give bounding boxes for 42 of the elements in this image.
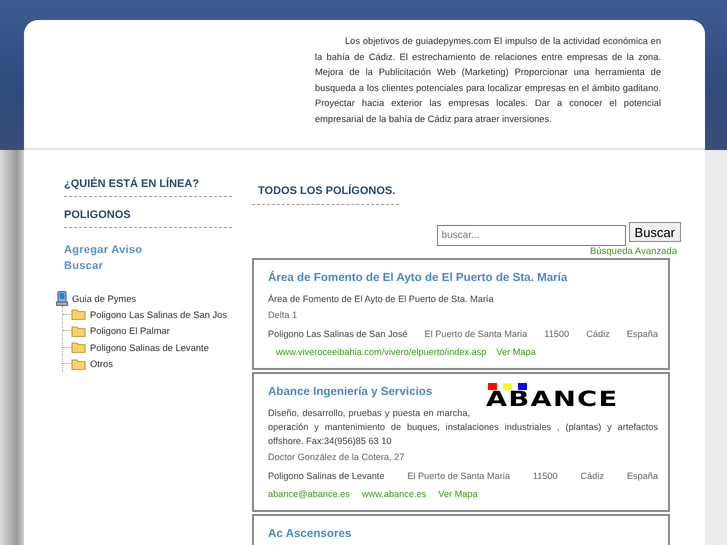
location-text: Poligono Las Salinas de San José xyxy=(268,328,408,341)
location-text: España xyxy=(626,470,658,483)
listing-link[interactable]: Ver Mapa xyxy=(438,486,478,502)
listing-title-link[interactable]: Abance Ingeniería y Servicios xyxy=(268,384,432,400)
listing-link[interactable]: www.viveroceeibahia.com/vivero/elpuerto/index.asp xyxy=(276,344,486,360)
folder-icon xyxy=(71,324,86,337)
listing-title-link[interactable]: Área de Fomento de El Ayto de El Puerto de Sta. María xyxy=(268,270,568,286)
location-text: El Puerto de Santa Maria xyxy=(407,470,510,483)
sidebar-link[interactable]: Agregar Aviso xyxy=(64,242,142,258)
section-heading: TODOS LOS POLÍGONOS. xyxy=(252,178,400,205)
location-text: 11500 xyxy=(532,470,558,483)
tree-item[interactable]: Otros xyxy=(90,358,113,370)
listing-link[interactable]: www.abance.es xyxy=(362,486,426,502)
tree-item[interactable]: Poligono El Palmar xyxy=(90,325,170,336)
listing-description: Área de Fomento de El Ayto de El Puerto de Sta. María xyxy=(268,293,495,306)
sidebar-link[interactable]: Buscar xyxy=(64,258,104,274)
listing-title-link[interactable]: Ac Ascensores xyxy=(268,526,352,542)
location-text: 11500 xyxy=(544,328,570,341)
computer-icon xyxy=(56,290,68,306)
search-field[interactable]: buscar... xyxy=(436,225,626,246)
location-text: España xyxy=(626,328,658,341)
folder-icon xyxy=(71,358,86,370)
folder-icon xyxy=(71,341,86,354)
listing-link[interactable]: Ver Mapa xyxy=(496,344,536,360)
location-text: Cádiz xyxy=(586,328,610,341)
search-button[interactable]: Buscar xyxy=(628,222,681,242)
sidebar-heading: ¿QUIÉN ESTÁ EN LÍNEA? xyxy=(64,178,232,197)
company-logo: ABANCE xyxy=(486,383,658,408)
listing-description: Diseño, desarrollo, pruebas y puesta en marcha, operación y mantenimiento de buques, instalaciones industriales , (plantas) y artefactos offshore. Fax:34(956)85 63 10 xyxy=(268,407,658,448)
location-text: Cádiz xyxy=(580,470,604,483)
advanced-search-link[interactable]: Búsqueda Avanzada xyxy=(590,246,677,258)
location-text: El Puerto de Santa Maria xyxy=(424,328,528,341)
tree-item[interactable]: Poligono Salinas de Levante xyxy=(90,342,209,353)
listing-link[interactable]: abance@abance.es xyxy=(268,486,350,502)
folder-icon xyxy=(71,308,86,320)
tree-item[interactable]: Guia de Pymes xyxy=(72,292,136,304)
listing-address: Delta 1 xyxy=(268,309,298,322)
sidebar-heading: POLIGONOS xyxy=(64,209,232,228)
tree-item[interactable]: Poligono Las Salinas de San Jos xyxy=(90,308,228,320)
location-text: Poligono Salinas de Levante xyxy=(268,470,384,483)
intro-paragraph: Los objetivos de guiadepymes.com El impulso de la actividad económica en la bahía de Cádiz. El estrechamiento de relaciones entre empresas de la zona. Mejora de la Publicitación Web (Marketing) Proporcionar una herramienta de busqueda a los clientes potenciales para localizar empresas en el ámbito gaditano. Proyectar hacia exterior las empresas locales. Dar a conocer el potencial empresarial de la bahía de Cádiz para atraer inversiones. xyxy=(315,35,661,126)
listing-address: Doctor González de la Cotera, 27 xyxy=(268,451,406,464)
